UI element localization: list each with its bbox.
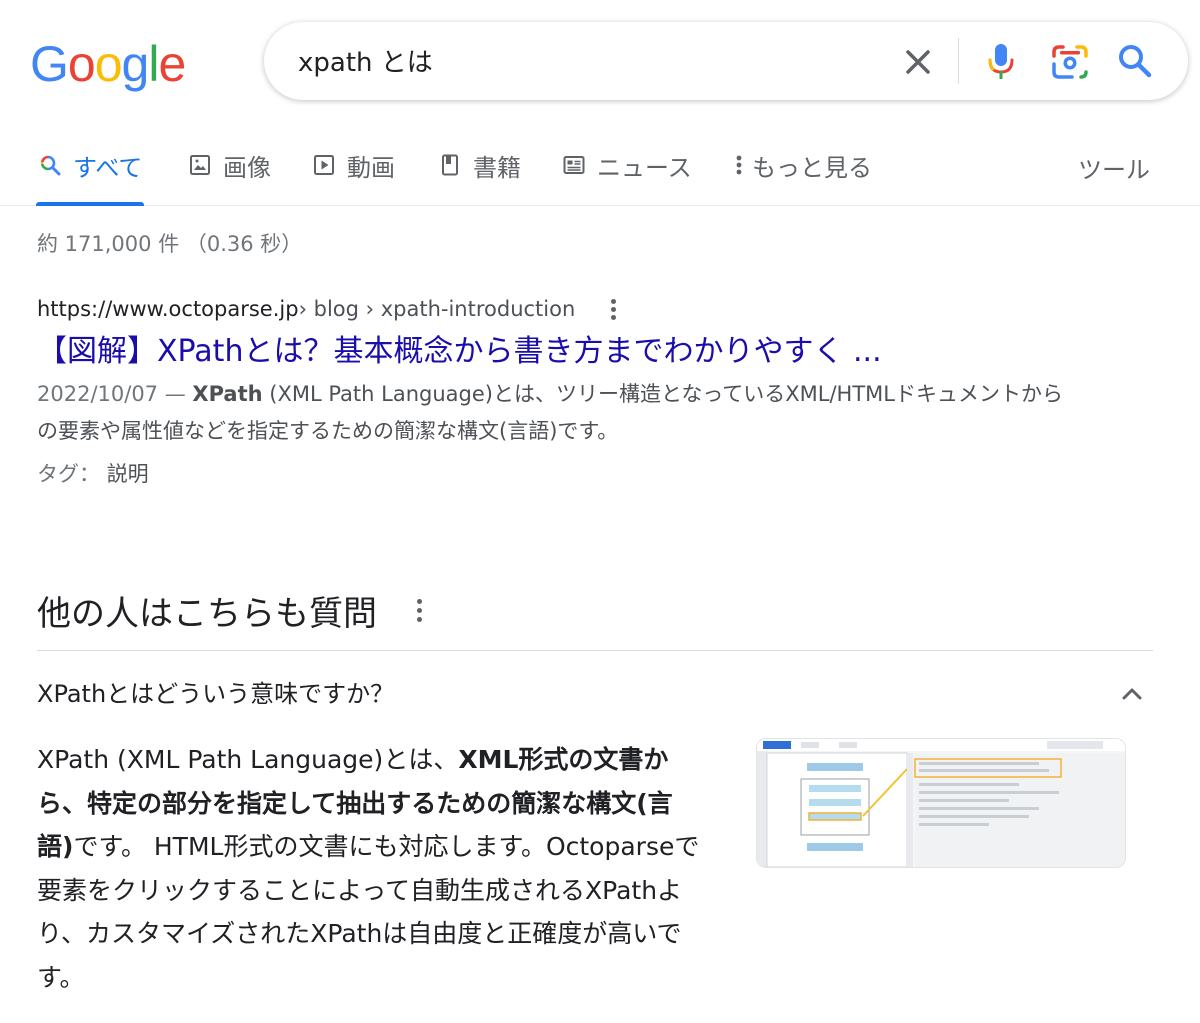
close-icon[interactable] [900,44,936,80]
more-vert-icon [732,152,746,178]
result-stats: 約 171,000 件 （0.36 秒） [37,232,303,256]
tab-label: ニュース [597,153,692,182]
video-icon [311,152,337,178]
tab-news[interactable]: ニュース [561,150,692,182]
more-vert-icon[interactable] [603,297,623,321]
search-input[interactable]: xpath とは [298,42,433,79]
tags-label: タグ： [37,462,107,486]
tab-label: 画像 [223,153,271,182]
tab-label: 書籍 [473,153,521,182]
image-icon [187,152,213,178]
active-tab-indicator [36,202,144,206]
paa-heading-text: 他の人はこちらも質問 [37,594,377,634]
news-icon [561,152,587,178]
result-breadcrumb: › blog › xpath-introduction [298,297,576,321]
result-snippet: 2022/10/07 — XPath (XML Path Language)とは… [37,376,1067,450]
result-tags: タグ： 説明 [37,458,1137,488]
divider [37,650,1153,651]
result-domain: https://www.octoparse.jp [37,297,299,321]
answer-text: XPath (XML Path Language)とは、 [37,745,459,774]
search-icon[interactable] [1116,42,1154,80]
google-logo[interactable]: Google [30,36,186,92]
result-url[interactable]: https://www.octoparse.jp › blog › xpath-… [37,292,1137,326]
tools-button[interactable]: ツール [1078,150,1150,185]
microphone-icon[interactable] [986,42,1016,82]
answer-thumbnail-image[interactable] [756,738,1126,868]
tab-label: もっと見る [752,153,872,182]
paa-question[interactable]: XPathとはどういう意味ですか？ [37,674,394,709]
people-also-ask-heading: 他の人はこちらも質問 [37,586,429,635]
chevron-up-icon[interactable] [1118,680,1146,708]
search-icon [37,152,63,178]
tab-label: すべて [73,153,143,182]
search-box[interactable]: xpath とは [264,22,1188,100]
search-divider [958,38,959,84]
paa-answer: XPath (XML Path Language)とは、XML形式の文書から、特… [37,738,707,999]
google-lens-icon[interactable] [1050,42,1090,82]
result-date: 2022/10/07 — [37,382,193,406]
result-title-link[interactable]: 【図解】XPathとは？基本概念から書き方までわかりやすく ... [37,332,1137,372]
tab-videos[interactable]: 動画 [311,150,395,182]
more-vert-icon[interactable] [409,598,429,624]
snippet-highlight: XPath [192,382,263,406]
tab-label: 動画 [347,153,395,182]
search-result: https://www.octoparse.jp › blog › xpath-… [37,292,1137,488]
tab-more[interactable]: もっと見る [732,150,872,182]
tab-all[interactable]: すべて [37,150,143,182]
tab-images[interactable]: 画像 [187,150,271,182]
search-tabs: すべて 画像 動画 書籍 ニュース もっと見る ツール [0,140,1200,206]
tab-books[interactable]: 書籍 [437,150,521,182]
answer-text: です。 HTML形式の文書にも対応します。Octoparseで要素をクリックする… [37,832,700,992]
tags-value: 説明 [106,462,149,486]
book-icon [437,152,463,178]
